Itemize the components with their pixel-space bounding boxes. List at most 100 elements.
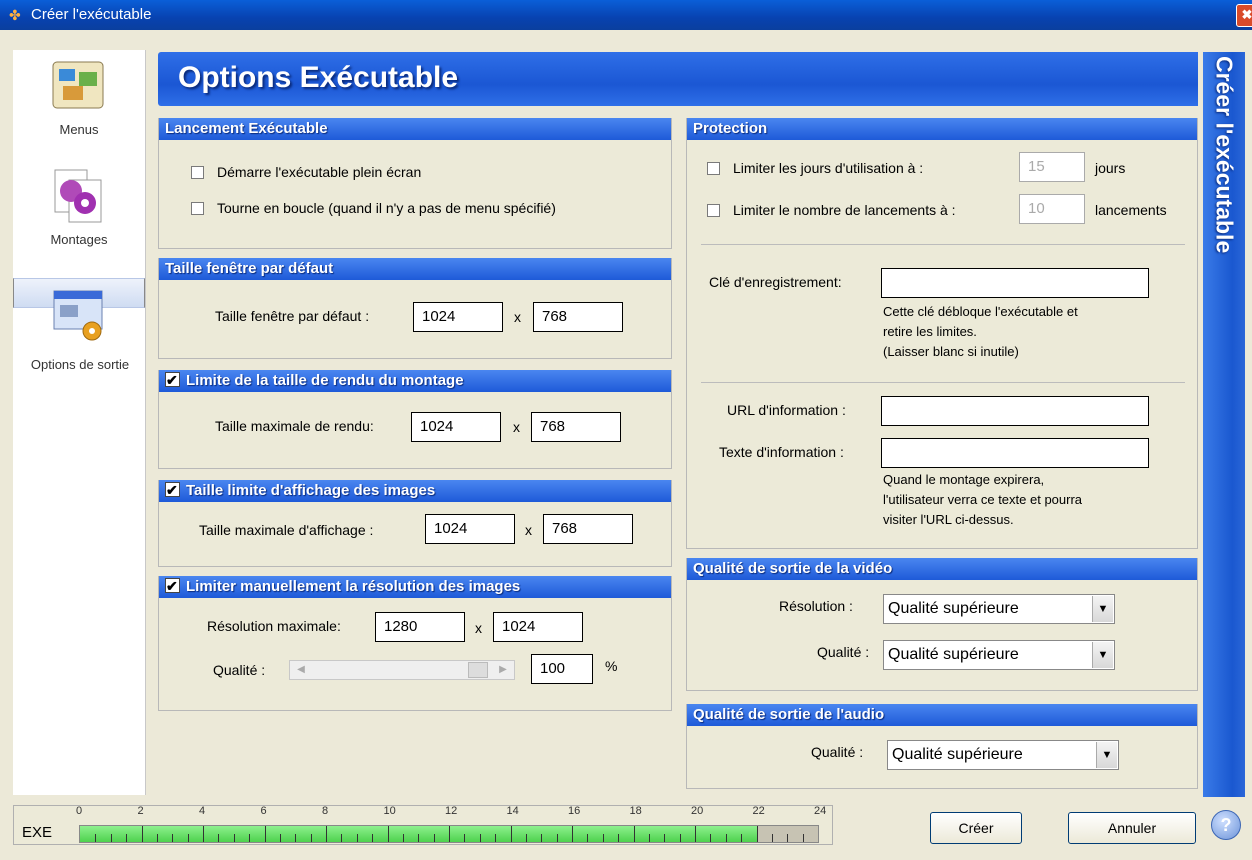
tick-mark <box>648 834 650 842</box>
tick-mark <box>418 834 420 842</box>
display-limit-label: Taille maximale d'affichage : <box>199 522 374 538</box>
registration-key-input[interactable] <box>881 268 1149 298</box>
tick-mark <box>310 834 312 842</box>
video-resolution-select[interactable]: Qualité supérieure ▼ <box>883 594 1115 624</box>
render-height-input[interactable]: 768 <box>531 412 621 442</box>
chevron-down-icon[interactable]: ▼ <box>1096 742 1117 768</box>
render-limit-label: Taille maximale de rendu: <box>215 418 374 434</box>
tick-mark <box>618 834 620 842</box>
close-icon[interactable]: ✖ <box>1236 4 1252 27</box>
display-height-input[interactable]: 768 <box>543 514 633 544</box>
tick-mark <box>525 834 527 842</box>
chevron-down-icon[interactable]: ▼ <box>1092 596 1113 622</box>
limit-days-input[interactable]: 15 <box>1019 152 1085 182</box>
tick-label: 22 <box>752 805 765 817</box>
quality-label: Qualité : <box>213 662 266 678</box>
tick-mark <box>756 826 758 842</box>
slider-left-arrow-icon[interactable]: ◀ <box>292 662 310 678</box>
tick-mark <box>341 834 343 842</box>
tick-label: 18 <box>629 805 642 817</box>
info-text-input[interactable] <box>881 438 1149 468</box>
tick-label: 6 <box>260 805 267 817</box>
size-meter-bar: EXE 0 2 4 6 8 10 12 14 16 18 20 22 24 <box>13 805 833 845</box>
key-help-line-2: retire les limites. <box>883 324 977 339</box>
quality-unit: % <box>605 658 618 674</box>
tick-mark <box>172 834 174 842</box>
quality-percent-input[interactable]: 100 <box>531 654 593 684</box>
window-size-x: x <box>514 309 521 325</box>
side-banner-text: Créer l'exécutable <box>1211 56 1238 254</box>
limit-launches-checkbox[interactable] <box>707 204 720 217</box>
info-help-line-2: l'utilisateur verra ce texte et pourra <box>883 492 1083 507</box>
chevron-down-icon[interactable]: ▼ <box>1092 642 1113 668</box>
render-limit-checkbox[interactable] <box>165 369 180 391</box>
slider-right-arrow-icon[interactable]: ▶ <box>494 662 512 678</box>
tick-mark <box>556 834 558 842</box>
display-limit-panel: Taille limite d'affichage des images Tai… <box>158 479 672 567</box>
video-quality-label: Qualité : <box>817 644 870 660</box>
limit-days-unit: jours <box>1095 160 1126 176</box>
info-url-input[interactable] <box>881 396 1149 426</box>
output-options-icon <box>53 290 103 341</box>
resolution-limit-header: Limiter manuellement la résolution des i… <box>159 575 671 598</box>
video-resolution-value: Qualité supérieure <box>888 600 1019 617</box>
render-limit-title: Limite de la taille de rendu du montage <box>186 372 464 389</box>
display-width-input[interactable]: 1024 <box>425 514 515 544</box>
nav-item-montages[interactable]: Montages <box>13 160 145 263</box>
create-button[interactable]: Créer <box>930 812 1022 844</box>
display-limit-checkbox[interactable] <box>165 479 180 501</box>
info-help-line-3: visiter l'URL ci-dessus. <box>883 512 1014 527</box>
window-size-title: Taille fenêtre par défaut <box>159 258 671 280</box>
cancel-button[interactable]: Annuler <box>1068 812 1196 844</box>
resolution-width-input[interactable]: 1280 <box>375 612 465 642</box>
window-size-label: Taille fenêtre par défaut : <box>215 308 370 324</box>
tick-label: 2 <box>137 805 144 817</box>
video-quality-select[interactable]: Qualité supérieure ▼ <box>883 640 1115 670</box>
nav-item-menus[interactable]: Menus <box>13 50 145 153</box>
limit-days-checkbox[interactable] <box>707 162 720 175</box>
limit-launches-input[interactable]: 10 <box>1019 194 1085 224</box>
tick-mark <box>295 834 297 842</box>
fullscreen-checkbox[interactable] <box>191 166 204 179</box>
tick-label: 16 <box>568 805 581 817</box>
audio-quality-select[interactable]: Qualité supérieure ▼ <box>887 740 1119 770</box>
montages-icon <box>54 169 102 223</box>
audio-quality-label: Qualité : <box>811 744 864 760</box>
help-icon[interactable]: ? <box>1211 810 1241 840</box>
nav-item-output-options[interactable]: Options de sortie <box>13 278 145 372</box>
tick-mark <box>449 826 450 842</box>
tick-mark <box>433 834 435 842</box>
video-quality-panel: Qualité de sortie de la vidéo Résolution… <box>686 558 1198 691</box>
tick-mark <box>741 834 743 842</box>
quality-slider[interactable]: ◀ ▶ <box>289 660 515 680</box>
render-width-input[interactable]: 1024 <box>411 412 501 442</box>
slider-thumb[interactable] <box>468 662 488 678</box>
tick-label: 10 <box>383 805 396 817</box>
divider <box>701 382 1185 383</box>
protection-panel: Protection Limiter les jours d'utilisati… <box>686 118 1198 549</box>
tick-mark <box>279 834 281 842</box>
audio-quality-value: Qualité supérieure <box>892 746 1023 763</box>
tick-mark <box>787 834 789 842</box>
tick-label: 20 <box>691 805 704 817</box>
exe-label: EXE <box>22 824 53 841</box>
info-help-line-1: Quand le montage expirera, <box>883 472 1045 487</box>
tick-mark <box>264 826 266 842</box>
tick-mark <box>710 834 712 842</box>
tick-mark <box>510 826 512 842</box>
resolution-height-input[interactable]: 1024 <box>493 612 583 642</box>
menus-icon <box>52 61 104 109</box>
loop-checkbox[interactable] <box>191 202 204 215</box>
resolution-limit-title: Limiter manuellement la résolution des i… <box>186 578 521 595</box>
launch-panel: Lancement Exécutable Démarre l'exécutabl… <box>158 118 672 249</box>
limit-days-label: Limiter les jours d'utilisation à : <box>733 160 924 176</box>
tick-mark <box>326 826 327 842</box>
tick-mark <box>771 834 773 842</box>
window-width-input[interactable]: 1024 <box>413 302 503 332</box>
window-height-input[interactable]: 768 <box>533 302 623 332</box>
display-size-x: x <box>525 522 532 538</box>
tick-mark <box>541 834 543 842</box>
tick-mark <box>372 834 374 842</box>
resolution-limit-checkbox[interactable] <box>165 575 180 597</box>
protection-title: Protection <box>687 118 1197 140</box>
